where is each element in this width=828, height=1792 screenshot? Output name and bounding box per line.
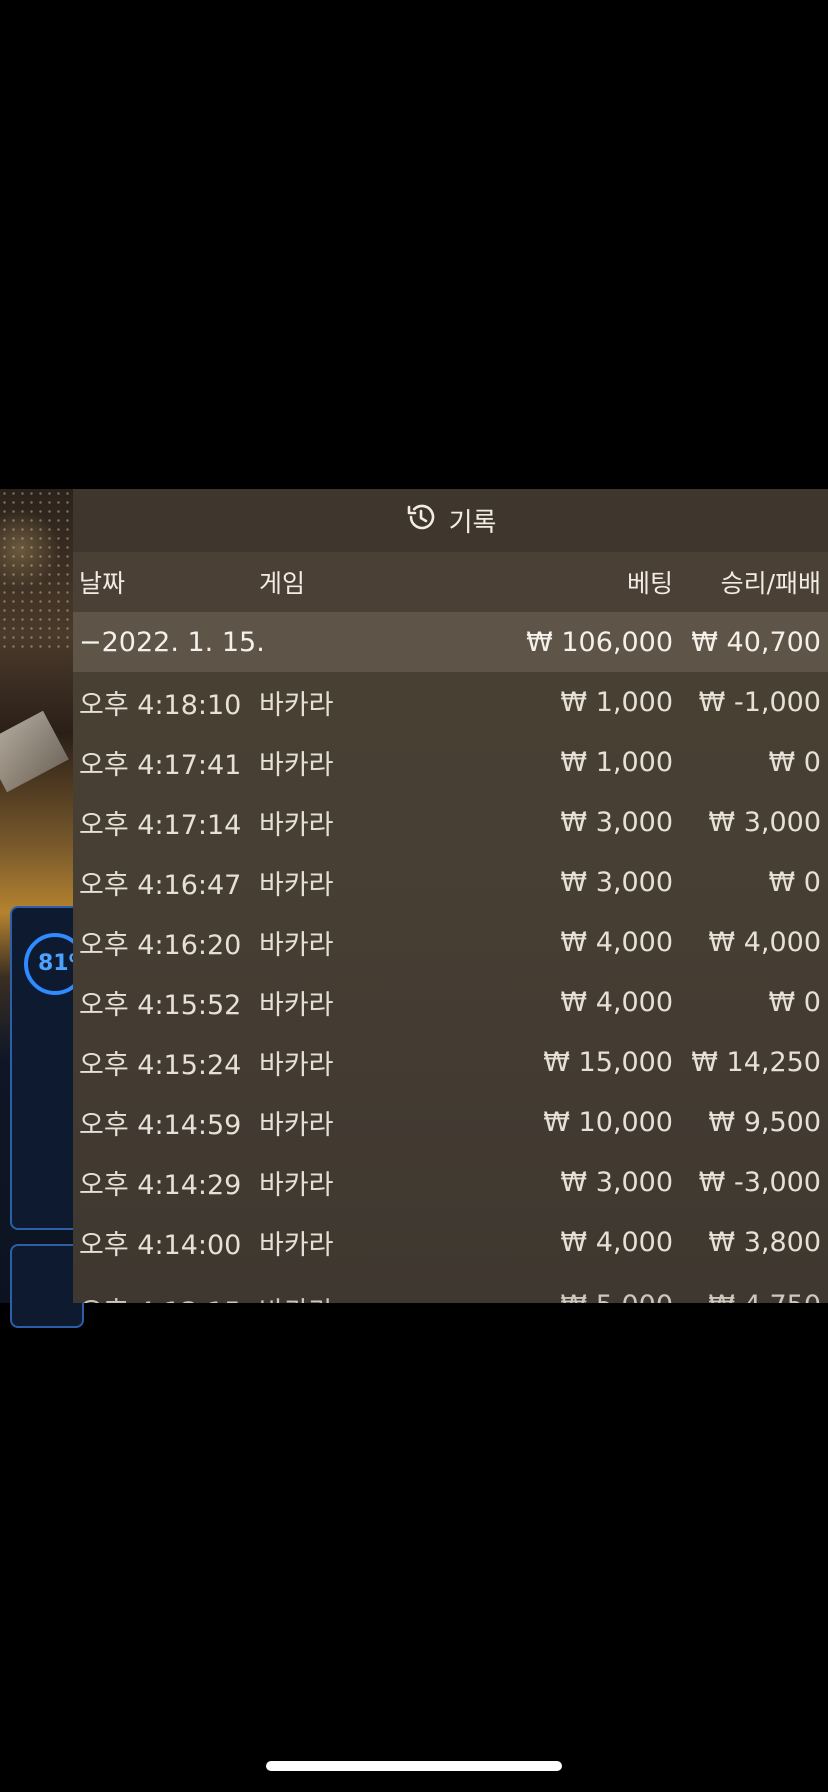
row-game: 바카라 xyxy=(259,1169,334,1201)
row-game: 바카라 xyxy=(259,749,334,781)
row-time: 오후 4:14:59 xyxy=(79,1109,242,1141)
row-time: 오후 4:15:24 xyxy=(79,1049,242,1081)
column-game: 게임 xyxy=(259,569,306,598)
date-group-label: −2022. 1. 15. xyxy=(79,626,265,658)
column-headers: 날짜 게임 베팅 승리/패배 xyxy=(73,552,828,612)
table-row[interactable]: 오후 4:18:10 바카라 ₩ 1,000 ₩ -1,000 xyxy=(73,672,828,732)
row-result: ₩ 0 xyxy=(768,986,821,1018)
row-game: 바카라 xyxy=(259,689,334,721)
row-bet: ₩ 3,000 xyxy=(560,1166,673,1198)
table-row[interactable]: 오후 4:14:00 바카라 ₩ 4,000 ₩ 3,800 xyxy=(73,1212,828,1272)
column-bet: 베팅 xyxy=(626,569,673,598)
history-header: 기록 xyxy=(73,489,828,552)
row-time: 오후 4:14:29 xyxy=(79,1169,242,1201)
row-game: 바카라 xyxy=(259,869,334,901)
row-bet: ₩ 1,000 xyxy=(560,686,673,718)
table-row[interactable]: 오후 4:14:29 바카라 ₩ 3,000 ₩ -3,000 xyxy=(73,1152,828,1212)
table-row[interactable]: 오후 4:15:24 바카라 ₩ 15,000 ₩ 14,250 xyxy=(73,1032,828,1092)
date-group-result-total: ₩ 40,700 xyxy=(691,626,821,658)
row-bet: ₩ 3,000 xyxy=(560,866,673,898)
row-time: 오후 4:17:14 xyxy=(79,809,242,841)
row-result: ₩ -3,000 xyxy=(698,1166,821,1198)
row-bet: ₩ 1,000 xyxy=(560,746,673,778)
row-game: 바카라 xyxy=(259,1290,459,1303)
row-time: 오후 4:16:20 xyxy=(79,929,242,961)
row-result: ₩ 0 xyxy=(768,746,821,778)
row-bet: ₩ 5,000 xyxy=(459,1290,673,1303)
row-bet: ₩ 4,000 xyxy=(560,1226,673,1258)
row-result: ₩ 3,000 xyxy=(708,806,821,838)
date-group-row[interactable]: −2022. 1. 15. ₩ 106,000 ₩ 40,700 xyxy=(73,612,828,672)
column-date: 날짜 xyxy=(79,569,126,598)
table-row[interactable]: 오후 4:13:15 바카라 ₩ 5,000 ₩ 4,750 xyxy=(73,1272,828,1303)
row-game: 바카라 xyxy=(259,1049,334,1081)
date-group-bet-total: ₩ 106,000 xyxy=(526,626,673,658)
row-bet: ₩ 4,000 xyxy=(560,926,673,958)
row-game: 바카라 xyxy=(259,929,334,961)
row-bet: ₩ 10,000 xyxy=(543,1106,673,1138)
row-time: 오후 4:17:41 xyxy=(79,749,242,781)
history-panel: 기록 날짜 게임 베팅 승리/패배 −2022. 1. 15. ₩ 106,00… xyxy=(73,489,828,1303)
table-row[interactable]: 오후 4:16:20 바카라 ₩ 4,000 ₩ 4,000 xyxy=(73,912,828,972)
row-time: 오후 4:15:52 xyxy=(79,989,242,1021)
row-game: 바카라 xyxy=(259,1229,334,1261)
row-game: 바카라 xyxy=(259,1109,334,1141)
playing-card xyxy=(0,710,69,793)
row-time: 오후 4:18:10 xyxy=(79,689,242,721)
row-time: 오후 4:16:47 xyxy=(79,869,242,901)
row-time: 오후 4:13:15 xyxy=(79,1290,259,1303)
row-time: 오후 4:14:00 xyxy=(79,1229,242,1261)
table-row[interactable]: 오후 4:17:14 바카라 ₩ 3,000 ₩ 3,000 xyxy=(73,792,828,852)
row-result: ₩ 3,800 xyxy=(708,1226,821,1258)
table-lights xyxy=(0,489,73,649)
row-game: 바카라 xyxy=(259,809,334,841)
row-bet: ₩ 3,000 xyxy=(560,806,673,838)
column-result: 승리/패배 xyxy=(720,569,821,598)
row-bet: ₩ 15,000 xyxy=(543,1046,673,1078)
row-result: ₩ 0 xyxy=(768,866,821,898)
history-title: 기록 xyxy=(448,508,497,538)
row-result: ₩ 14,250 xyxy=(691,1046,821,1078)
table-row[interactable]: 오후 4:17:41 바카라 ₩ 1,000 ₩ 0 xyxy=(73,732,828,792)
history-list[interactable]: 오후 4:18:10 바카라 ₩ 1,000 ₩ -1,000 오후 4:17:… xyxy=(73,672,828,1304)
table-row[interactable]: 오후 4:14:59 바카라 ₩ 10,000 ₩ 9,500 xyxy=(73,1092,828,1152)
table-row[interactable]: 오후 4:16:47 바카라 ₩ 3,000 ₩ 0 xyxy=(73,852,828,912)
row-game: 바카라 xyxy=(259,989,334,1021)
row-result: ₩ 9,500 xyxy=(708,1106,821,1138)
table-row[interactable]: 오후 4:15:52 바카라 ₩ 4,000 ₩ 0 xyxy=(73,972,828,1032)
row-bet: ₩ 4,000 xyxy=(560,986,673,1018)
game-background: 81% xyxy=(0,489,91,1328)
row-result: ₩ 4,750 xyxy=(673,1290,821,1303)
row-result: ₩ -1,000 xyxy=(698,686,821,718)
home-indicator[interactable] xyxy=(266,1761,562,1771)
history-icon xyxy=(405,501,437,540)
row-result: ₩ 4,000 xyxy=(708,926,821,958)
